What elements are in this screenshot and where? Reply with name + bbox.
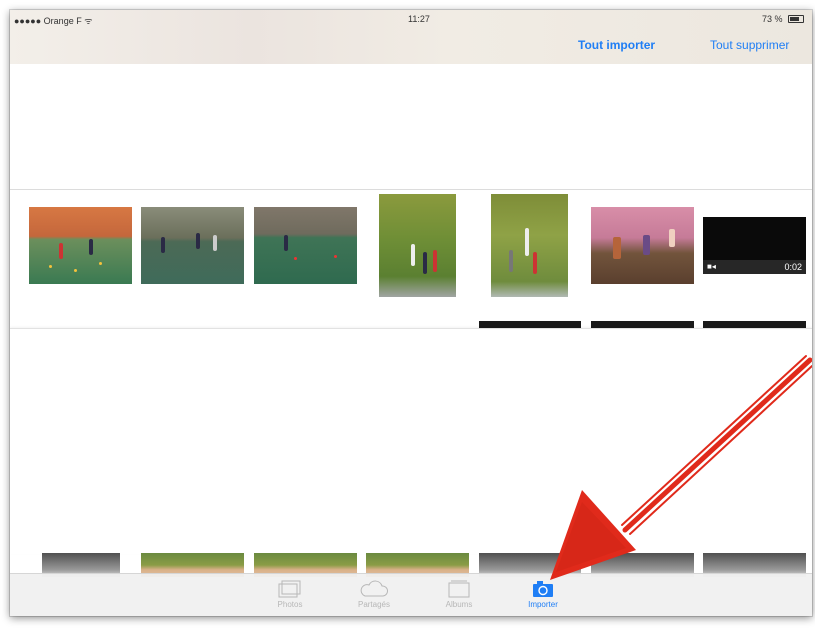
tab-import-label: Importer — [528, 600, 558, 609]
photo-thumbnail[interactable] — [254, 207, 357, 284]
clock: 11:27 — [408, 14, 430, 24]
battery-percent: 73 % — [762, 14, 783, 24]
albums-icon — [448, 580, 470, 598]
tab-albums-label: Albums — [445, 600, 473, 609]
camera-icon — [533, 581, 553, 597]
top-bar: ●●●●● Orange F ᯤ 11:27 73 % Tout importe… — [10, 10, 812, 65]
tab-import[interactable]: Importer — [518, 580, 568, 609]
photo-thumbnail[interactable] — [591, 207, 694, 284]
photo-thumbnail[interactable] — [29, 207, 132, 284]
photos-icon — [278, 580, 301, 598]
tab-albums[interactable]: Albums — [434, 580, 484, 609]
video-thumbnail[interactable]: ■◂ 0:02 — [703, 217, 806, 274]
delete-all-button[interactable]: Tout supprimer — [710, 38, 789, 52]
photo-thumbnail[interactable] — [491, 194, 568, 297]
middle-blank-panel — [10, 328, 812, 554]
import-all-button[interactable]: Tout importer — [578, 38, 655, 52]
tab-shared-label: Partagés — [357, 600, 391, 609]
tab-photos[interactable]: Photos — [265, 580, 315, 609]
tab-shared[interactable]: Partagés — [349, 580, 399, 609]
video-camera-icon: ■◂ — [707, 262, 716, 271]
carrier-label: ●●●●● Orange F ᯤ — [14, 16, 93, 26]
top-blank-panel — [10, 64, 812, 190]
cloud-icon — [360, 580, 389, 597]
tab-photos-label: Photos — [277, 600, 303, 609]
photo-thumbnail[interactable] — [141, 207, 244, 284]
battery-icon — [788, 15, 804, 23]
tab-bar: Photos Partagés Albums Importer — [10, 573, 812, 616]
photo-thumbnail[interactable] — [379, 194, 456, 297]
video-duration: 0:02 — [784, 262, 802, 272]
ipad-screen: ●●●●● Orange F ᯤ 11:27 73 % Tout importe… — [10, 10, 812, 616]
